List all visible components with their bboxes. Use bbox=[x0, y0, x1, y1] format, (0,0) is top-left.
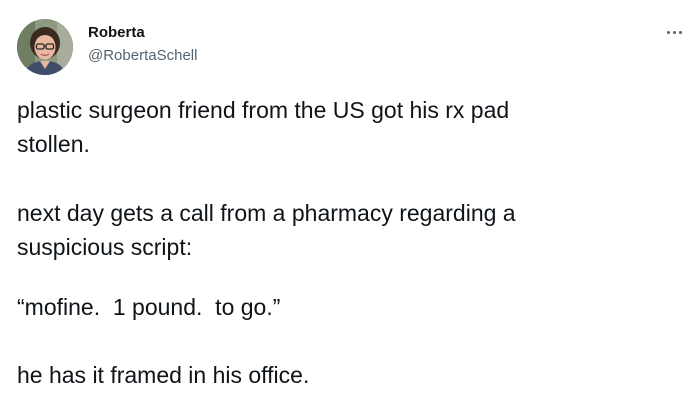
tweet-card: Roberta @RobertaSchell plastic surgeon f… bbox=[0, 0, 700, 409]
tweet-text-line: suspicious script: bbox=[17, 234, 193, 260]
avatar[interactable] bbox=[17, 19, 73, 75]
tweet-text-line: stollen. bbox=[17, 131, 90, 157]
author-display-name[interactable]: Roberta bbox=[88, 24, 145, 42]
author-handle[interactable]: @RobertaSchell bbox=[88, 47, 197, 65]
tweet-text-line: he has it framed in his office. bbox=[17, 362, 310, 388]
profile-photo-icon bbox=[17, 19, 73, 75]
more-options-icon[interactable] bbox=[662, 24, 686, 40]
more-dot bbox=[672, 30, 676, 34]
tweet-text-line: next day gets a call from a pharmacy reg… bbox=[17, 200, 516, 226]
more-dot bbox=[678, 30, 682, 34]
tweet-text-line: “mofine. 1 pound. to go.” bbox=[17, 294, 281, 320]
more-dot bbox=[666, 30, 670, 34]
tweet-text-line: plastic surgeon friend from the US got h… bbox=[17, 97, 510, 123]
